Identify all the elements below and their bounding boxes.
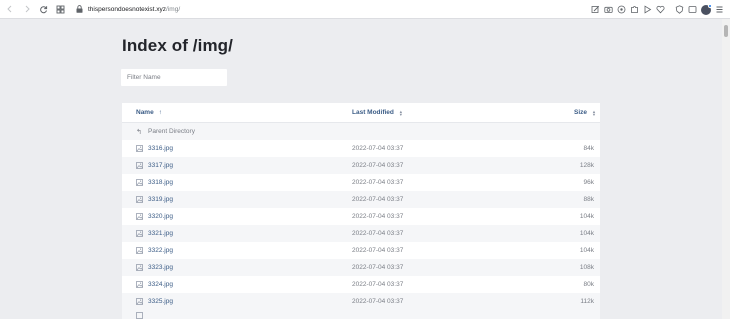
column-header-name[interactable]: Name ↑ bbox=[136, 103, 162, 122]
filter-name-input[interactable] bbox=[121, 69, 227, 86]
column-header-size-label: Size bbox=[574, 109, 588, 116]
column-header-last-modified-label: Last Modified bbox=[352, 109, 394, 116]
url-host: thispersondoesnotexist.xyz bbox=[88, 5, 167, 13]
page-title: Index of /img/ bbox=[122, 36, 233, 55]
column-header-name-label: Name bbox=[136, 109, 154, 116]
file-last-modified: 2022-07-04 03:37 bbox=[352, 213, 404, 220]
file-last-modified: 2022-07-04 03:37 bbox=[352, 281, 404, 288]
image-file-icon bbox=[136, 298, 143, 305]
forward-icon[interactable] bbox=[19, 2, 34, 17]
file-last-modified: 2022-07-04 03:37 bbox=[352, 298, 404, 305]
image-file-icon bbox=[136, 247, 143, 254]
table-row[interactable]: 3320.jpg 2022-07-04 03:37 104k bbox=[122, 208, 600, 225]
file-last-modified: 2022-07-04 03:37 bbox=[352, 247, 404, 254]
extension-icon[interactable] bbox=[617, 5, 626, 14]
camera-icon[interactable] bbox=[604, 5, 613, 14]
file-size: 104k bbox=[579, 247, 594, 254]
page-content: Index of /img/ Name ↑ Last Modified ▲▼ S… bbox=[0, 19, 722, 319]
parent-directory-icon: ↰ bbox=[136, 128, 142, 136]
file-name-link[interactable]: 3318.jpg bbox=[148, 179, 173, 186]
image-file-icon bbox=[136, 264, 143, 271]
file-name-link[interactable]: 3320.jpg bbox=[148, 213, 173, 220]
file-name-link[interactable]: 3325.jpg bbox=[148, 298, 173, 305]
puzzle-icon[interactable] bbox=[630, 5, 639, 14]
image-file-icon bbox=[136, 281, 143, 288]
shield-icon[interactable] bbox=[675, 5, 684, 14]
address-bar[interactable]: thispersondoesnotexist.xyz/img/ bbox=[88, 6, 180, 13]
file-name-link[interactable]: 3323.jpg bbox=[148, 264, 173, 271]
table-row-cut-off bbox=[122, 310, 600, 319]
column-header-last-modified[interactable]: Last Modified ▲ ▼ bbox=[352, 103, 403, 122]
file-listing-table: Name ↑ Last Modified ▲ ▼ Size ▲ ▼ ↰ Parent… bbox=[122, 103, 600, 319]
table-row[interactable]: 3322.jpg 2022-07-04 03:37 104k bbox=[122, 242, 600, 259]
table-row[interactable]: 3316.jpg 2022-07-04 03:37 84k bbox=[122, 140, 600, 157]
table-row[interactable]: 3323.jpg 2022-07-04 03:37 108k bbox=[122, 259, 600, 276]
column-header-size[interactable]: Size ▲ ▼ bbox=[574, 103, 596, 122]
file-size: 84k bbox=[583, 145, 594, 152]
image-file-icon bbox=[136, 230, 143, 237]
file-size: 108k bbox=[579, 264, 594, 271]
file-size: 88k bbox=[583, 196, 594, 203]
browser-toolbar: thispersondoesnotexist.xyz/img/ bbox=[0, 0, 730, 19]
parent-directory-link[interactable]: Parent Directory bbox=[148, 128, 195, 135]
sort-ascending-icon: ↑ bbox=[158, 109, 162, 116]
file-last-modified: 2022-07-04 03:37 bbox=[352, 230, 404, 237]
file-last-modified: 2022-07-04 03:37 bbox=[352, 162, 404, 169]
file-size: 128k bbox=[579, 162, 594, 169]
edit-icon[interactable] bbox=[591, 5, 600, 14]
play-icon[interactable] bbox=[643, 5, 652, 14]
table-row[interactable]: 3324.jpg 2022-07-04 03:37 80k bbox=[122, 276, 600, 293]
image-file-icon bbox=[136, 145, 143, 152]
back-icon[interactable] bbox=[2, 2, 17, 17]
file-size: 104k bbox=[579, 230, 594, 237]
notification-dot bbox=[708, 3, 712, 8]
file-name-link[interactable]: 3321.jpg bbox=[148, 230, 173, 237]
image-file-icon bbox=[136, 179, 143, 186]
table-row[interactable]: 3319.jpg 2022-07-04 03:37 88k bbox=[122, 191, 600, 208]
reload-icon[interactable] bbox=[36, 2, 51, 17]
file-last-modified: 2022-07-04 03:37 bbox=[352, 145, 404, 152]
image-file-icon bbox=[136, 162, 143, 169]
file-last-modified: 2022-07-04 03:37 bbox=[352, 179, 404, 186]
image-file-icon bbox=[136, 213, 143, 220]
sort-toggle-icon: ▲ ▼ bbox=[592, 108, 596, 117]
scrollbar-thumb[interactable] bbox=[724, 25, 728, 37]
image-file-icon bbox=[136, 312, 143, 319]
url-path: /img/ bbox=[166, 5, 181, 13]
file-name-link[interactable]: 3316.jpg bbox=[148, 145, 173, 152]
site-info-icon[interactable] bbox=[53, 2, 68, 17]
vertical-scrollbar[interactable] bbox=[722, 19, 730, 319]
file-name-link[interactable]: 3319.jpg bbox=[148, 196, 173, 203]
sort-toggle-icon: ▲ ▼ bbox=[398, 108, 403, 117]
file-name-link[interactable]: 3322.jpg bbox=[148, 247, 173, 254]
file-size: 112k bbox=[580, 298, 594, 305]
file-size: 104k bbox=[579, 213, 594, 220]
file-name-link[interactable]: 3317.jpg bbox=[148, 162, 173, 169]
file-size: 96k bbox=[583, 179, 594, 186]
table-row[interactable]: 3318.jpg 2022-07-04 03:37 96k bbox=[122, 174, 600, 191]
parent-directory-row[interactable]: ↰ Parent Directory bbox=[122, 123, 600, 140]
file-size: 80k bbox=[583, 281, 594, 288]
table-row[interactable]: 3317.jpg 2022-07-04 03:37 128k bbox=[122, 157, 600, 174]
file-last-modified: 2022-07-04 03:37 bbox=[352, 196, 404, 203]
table-row[interactable]: 3321.jpg 2022-07-04 03:37 104k bbox=[122, 225, 600, 242]
heart-icon[interactable] bbox=[656, 5, 665, 14]
navigation-buttons bbox=[2, 2, 68, 17]
file-name-link[interactable]: 3324.jpg bbox=[148, 281, 173, 288]
profile-avatar[interactable] bbox=[701, 3, 712, 15]
table-header-row: Name ↑ Last Modified ▲ ▼ Size ▲ ▼ bbox=[122, 103, 600, 123]
menu-icon[interactable] bbox=[715, 5, 724, 14]
window-icon[interactable] bbox=[688, 5, 697, 14]
file-last-modified: 2022-07-04 03:37 bbox=[352, 264, 404, 271]
lock-icon[interactable] bbox=[74, 4, 84, 14]
table-row[interactable]: 3325.jpg 2022-07-04 03:37 112k bbox=[122, 293, 600, 310]
extension-bar bbox=[591, 0, 724, 19]
image-file-icon bbox=[136, 196, 143, 203]
